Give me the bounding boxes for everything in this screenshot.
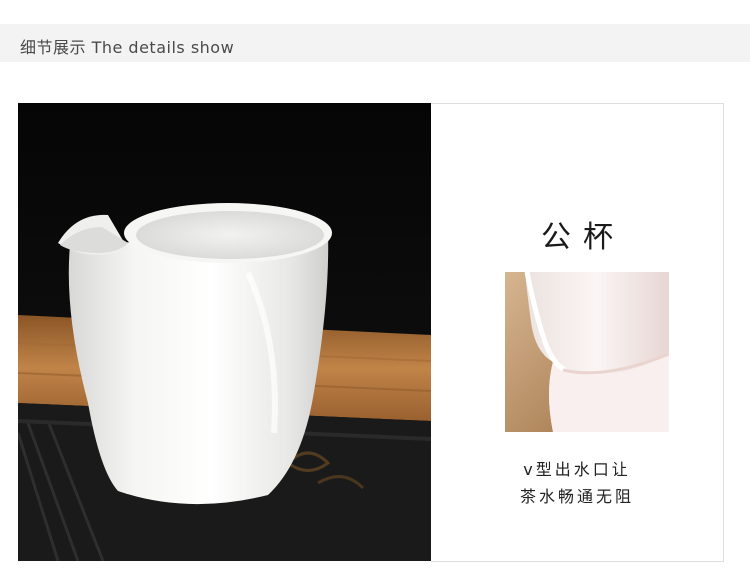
spout-closeup-image xyxy=(505,272,669,432)
product-title: 公杯 xyxy=(541,220,625,255)
spout-closeup-illustration xyxy=(505,272,669,432)
main-product-photo xyxy=(18,103,431,561)
pitcher-photo-illustration xyxy=(18,103,431,561)
caption-line-2: 茶水畅通无阻 xyxy=(519,487,634,506)
section-header: 细节展示 The details show xyxy=(0,24,750,62)
section-title: 细节展示 The details show xyxy=(20,38,235,57)
caption-line-1: v型出水口让 xyxy=(523,460,631,479)
product-info-panel: 公杯 v型出水口让 茶水畅通无阻 xyxy=(431,103,724,562)
